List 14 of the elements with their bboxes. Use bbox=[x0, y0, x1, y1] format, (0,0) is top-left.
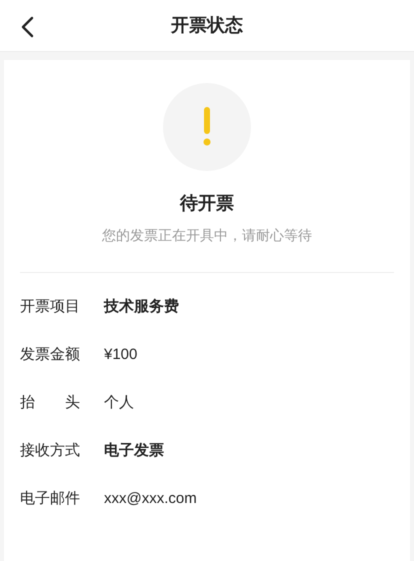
detail-value: ¥100 bbox=[104, 344, 138, 365]
detail-label: 接收方式 bbox=[20, 440, 81, 461]
detail-label: 电子邮件 bbox=[20, 488, 81, 509]
detail-label: 开票项目 bbox=[20, 296, 81, 317]
detail-value: 技术服务费 bbox=[104, 296, 179, 317]
page-title: 开票状态 bbox=[171, 14, 243, 37]
detail-value: 个人 bbox=[104, 392, 134, 413]
status-subtitle: 您的发票正在开具中，请耐心等待 bbox=[102, 226, 312, 245]
detail-label: 抬 头 bbox=[20, 392, 81, 413]
detail-value: 电子发票 bbox=[104, 440, 164, 461]
detail-label: 发票金额 bbox=[20, 344, 81, 365]
back-icon bbox=[20, 16, 34, 38]
detail-value: xxx@xxx.com bbox=[104, 488, 197, 509]
status-title: 待开票 bbox=[180, 192, 234, 215]
